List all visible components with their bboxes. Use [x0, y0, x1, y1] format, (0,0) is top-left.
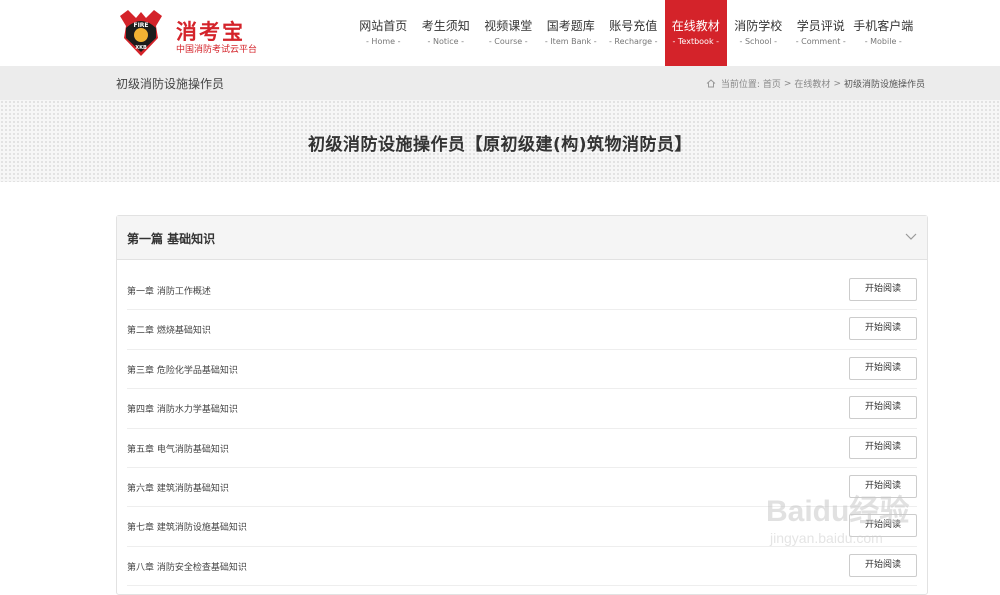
- chapter-panel: 第一篇 基础知识 第一章 消防工作概述 开始阅读 第二章 燃烧基础知识 开始阅读 第…: [116, 215, 928, 595]
- nav-item-recharge[interactable]: 账号充值 - Recharge -: [602, 0, 665, 66]
- panel-title: 第一篇 基础知识: [127, 232, 216, 246]
- chapter-title: 第二章 燃烧基础知识: [127, 326, 211, 337]
- nav-item-item-bank[interactable]: 国考题库 - Item Bank -: [540, 0, 603, 66]
- nav-item-home[interactable]: 网站首页 - Home -: [352, 0, 415, 66]
- page-title: 初级消防设施操作员: [116, 77, 225, 91]
- home-icon: [706, 79, 716, 88]
- breadcrumb: 当前位置: 首页 > 在线教材 > 初级消防设施操作员: [706, 77, 928, 90]
- start-reading-button[interactable]: 开始阅读: [849, 317, 917, 341]
- nav-item-notice[interactable]: 考生须知 - Notice -: [415, 0, 478, 66]
- chevron-down-icon[interactable]: [905, 233, 917, 241]
- breadcrumb-bar: 初级消防设施操作员 当前位置: 首页 > 在线教材 > 初级消防设施操作员: [0, 66, 1000, 100]
- breadcrumb-current: 初级消防设施操作员: [843, 80, 925, 90]
- nav-item-school[interactable]: 消防学校 - School -: [727, 0, 790, 66]
- svg-text:FIRE: FIRE: [133, 22, 148, 29]
- start-reading-button[interactable]: 开始阅读: [849, 553, 917, 577]
- breadcrumb-home-link[interactable]: 首页: [763, 77, 781, 90]
- chapter-title: 第三章 危险化学品基础知识: [127, 365, 238, 376]
- chapter-title: 第一章 消防工作概述: [127, 287, 211, 297]
- nav-item-course[interactable]: 视频课堂 - Course -: [477, 0, 540, 66]
- breadcrumb-separator: >: [833, 78, 841, 89]
- brand-subtitle: 中国消防考试云平台: [176, 45, 258, 55]
- breadcrumb-prefix: 当前位置:: [720, 80, 760, 90]
- list-item: 第三章 危险化学品基础知识 开始阅读: [127, 350, 917, 390]
- fire-helmet-logo-icon: FIRE XKB: [120, 10, 162, 56]
- list-item: 第八章 消防安全检查基础知识 开始阅读: [127, 547, 917, 587]
- chapter-title: 第四章 消防水力学基础知识: [127, 405, 238, 416]
- main-nav: 网站首页 - Home - 考生须知 - Notice - 视频课堂 - Course…: [352, 0, 915, 66]
- panel-header[interactable]: 第一篇 基础知识: [117, 216, 927, 260]
- page-banner: 初级消防设施操作员【原初级建(构)筑物消防员】: [0, 100, 1000, 182]
- chapter-title: 第五章 电气消防基础知识: [127, 444, 229, 455]
- svg-text:XKB: XKB: [135, 45, 147, 51]
- start-reading-button[interactable]: 开始阅读: [849, 278, 917, 301]
- nav-item-comment[interactable]: 学员评说 - Comment -: [790, 0, 853, 66]
- list-item: 第五章 电气消防基础知识 开始阅读: [127, 429, 917, 468]
- start-reading-button[interactable]: 开始阅读: [849, 435, 917, 459]
- breadcrumb-section-link[interactable]: 在线教材: [794, 77, 830, 90]
- banner-title: 初级消防设施操作员【原初级建(构)筑物消防员】: [307, 135, 693, 155]
- list-item: 第七章 建筑消防设施基础知识 开始阅读: [127, 507, 917, 547]
- breadcrumb-separator: >: [783, 78, 792, 89]
- chapter-title: 第七章 建筑消防设施基础知识: [127, 523, 247, 534]
- start-reading-button[interactable]: 开始阅读: [849, 514, 917, 538]
- list-item: 第六章 建筑消防基础知识 开始阅读: [127, 468, 917, 508]
- list-item: 第一章 消防工作概述 开始阅读: [127, 271, 917, 311]
- site-logo[interactable]: FIRE XKB 消考宝 中国消防考试云平台: [116, 8, 266, 58]
- site-header: FIRE XKB 消考宝 中国消防考试云平台 网站首页 - Home - 考生须知…: [0, 0, 1000, 66]
- chapter-list: 第一章 消防工作概述 开始阅读 第二章 燃烧基础知识 开始阅读 第三章 危险化学品基…: [117, 271, 927, 587]
- chapter-title: 第八章 消防安全检查基础知识: [127, 562, 247, 573]
- start-reading-button[interactable]: 开始阅读: [849, 474, 917, 498]
- list-item: 第四章 消防水力学基础知识 开始阅读: [127, 389, 917, 429]
- start-reading-button[interactable]: 开始阅读: [849, 356, 917, 380]
- nav-item-mobile[interactable]: 手机客户端 - Mobile -: [852, 0, 915, 66]
- chapter-title: 第六章 建筑消防基础知识: [127, 483, 229, 494]
- nav-item-textbook[interactable]: 在线教材 - Textbook -: [664, 0, 727, 66]
- list-item: 第二章 燃烧基础知识 开始阅读: [127, 310, 917, 350]
- start-reading-button[interactable]: 开始阅读: [849, 396, 917, 420]
